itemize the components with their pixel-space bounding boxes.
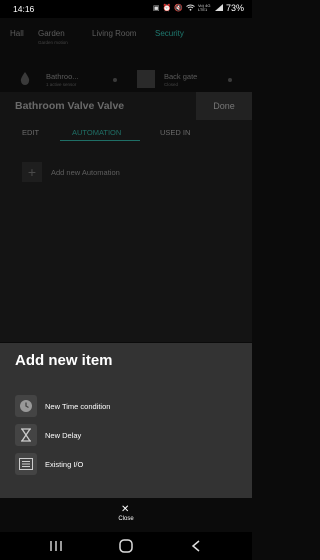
- device-sub: 1 active sensor: [46, 82, 77, 87]
- new-time-condition-item[interactable]: New Time condition: [15, 395, 110, 417]
- location-tabs: Hall Garden Garden motion Living Room Se…: [0, 24, 252, 54]
- home-icon[interactable]: [116, 538, 136, 554]
- device-name: Back gate: [164, 72, 198, 81]
- page-title: Bathroom Valve Valve: [15, 100, 125, 112]
- device-bathroom[interactable]: Bathroo... 1 active sensor: [46, 72, 79, 87]
- existing-io-item[interactable]: Existing I/O: [15, 453, 83, 475]
- network-label: Vo) 4G LTE1: [197, 3, 211, 12]
- active-tab-indicator: [60, 140, 140, 141]
- tab-living-room[interactable]: Living Room: [92, 29, 136, 38]
- back-icon[interactable]: [186, 538, 206, 554]
- recent-apps-icon[interactable]: [46, 538, 66, 554]
- close-icon: ✕: [121, 504, 130, 515]
- tab-label: Security: [155, 29, 184, 38]
- signal-icon: [214, 3, 223, 13]
- add-automation-label: Add new Automation: [51, 167, 120, 177]
- sheet-title: Add new item: [15, 352, 113, 369]
- add-item-sheet: Add new item New Time condition New Dela…: [0, 343, 252, 498]
- notification-icon: ▣: [152, 5, 160, 12]
- device-back-gate[interactable]: Back gate Closed: [164, 72, 197, 87]
- close-label: Close: [118, 516, 134, 522]
- tab-edit[interactable]: EDIT: [22, 128, 39, 137]
- new-delay-item[interactable]: New Delay: [15, 424, 81, 446]
- device-icon-gate: [137, 70, 155, 88]
- system-nav-bar: [0, 532, 252, 560]
- wifi-icon: [186, 4, 195, 13]
- tab-label: Hall: [10, 29, 24, 38]
- add-automation-button[interactable]: + Add new Automation: [22, 162, 120, 182]
- tab-label: Living Room: [92, 29, 137, 38]
- device-sub: Closed: [164, 82, 179, 87]
- battery-percent: 73%: [225, 3, 244, 13]
- tab-used-in[interactable]: USED IN: [160, 128, 190, 137]
- tab-label: Garden: [38, 29, 65, 38]
- tab-hall[interactable]: Hall: [10, 29, 24, 38]
- list-icon: [15, 453, 37, 475]
- tab-security[interactable]: Security: [155, 29, 184, 38]
- device-status-dot: [113, 78, 117, 82]
- tab-garden[interactable]: Garden Garden motion: [38, 29, 68, 45]
- alarm-icon: ⏰: [162, 5, 172, 12]
- hourglass-icon: [15, 424, 37, 446]
- tab-sublabel: Garden motion: [38, 40, 68, 45]
- close-button[interactable]: ✕ Close: [0, 498, 252, 532]
- item-label: New Delay: [45, 430, 82, 440]
- device-row: Bathroo... 1 active sensor Back gate Clo…: [0, 66, 252, 92]
- device-edit-sheet: Bathroom Valve Valve Done EDIT AUTOMATIO…: [0, 92, 252, 342]
- status-icons: ▣ ⏰ 🔇 Vo) 4G LTE1 73%: [153, 3, 244, 13]
- sub-tabs: EDIT AUTOMATION USED IN: [0, 126, 252, 146]
- status-time: 14:16: [13, 4, 35, 14]
- device-icon-drop: [20, 72, 30, 87]
- item-label: Existing I/O: [45, 459, 84, 469]
- plus-icon: +: [22, 162, 42, 182]
- device-status-dot: [228, 78, 232, 82]
- item-label: New Time condition: [45, 401, 111, 411]
- status-bar: 14:16 ▣ ⏰ 🔇 Vo) 4G LTE1 73%: [0, 0, 252, 18]
- mute-icon: 🔇: [174, 5, 183, 12]
- clock-icon: [15, 395, 37, 417]
- done-button[interactable]: Done: [196, 92, 252, 120]
- drop-icon: [20, 72, 30, 85]
- device-name: Bathroo...: [46, 72, 79, 81]
- tab-automation[interactable]: AUTOMATION: [72, 128, 121, 137]
